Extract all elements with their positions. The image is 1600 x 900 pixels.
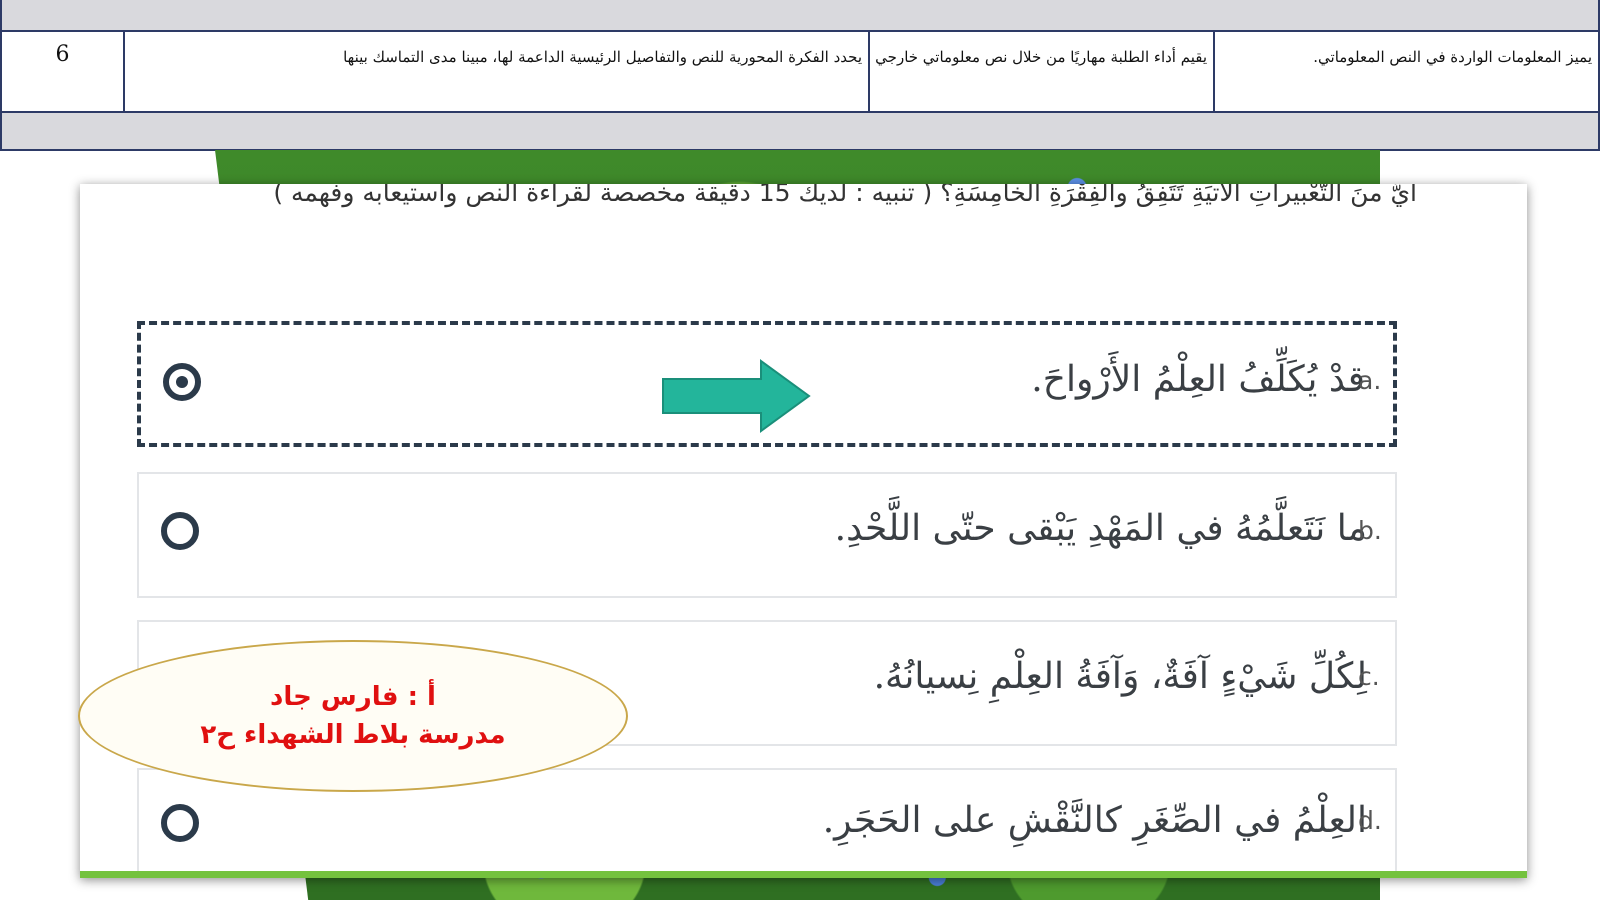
option-letter: c. <box>1358 662 1380 691</box>
radio-unselected[interactable] <box>161 804 199 842</box>
arrow-right-icon <box>662 359 811 433</box>
table-cell-number: 6 <box>55 42 70 67</box>
option-letter: b. <box>1358 516 1382 545</box>
table-footer-band <box>0 111 1600 151</box>
option-letter: d. <box>1358 806 1382 835</box>
table-header-band <box>0 0 1600 32</box>
table-cell: يميز المعلومات الواردة في النص المعلومات… <box>1213 32 1598 111</box>
table-cell: يقيم أداء الطلبة مهاريًا من خلال نص معلو… <box>868 32 1213 111</box>
criteria-table: يميز المعلومات الواردة في النص المعلومات… <box>0 0 1600 153</box>
credit-teacher-name: أ : فارس جاد <box>270 682 436 712</box>
option-letter: a. <box>1358 366 1382 395</box>
radio-dot <box>176 376 188 388</box>
option-text: ما نَتَعلَّمُهُ في المَهْدِ يَبْقى حتّى … <box>834 508 1367 549</box>
radio-unselected[interactable] <box>161 512 199 550</box>
option-text: قدْ يُكَلِّفُ العِلْمُ الأَرْواحَ. <box>1031 359 1365 400</box>
credit-school-name: مدرسة بلاط الشهداء ح٢ <box>200 720 506 750</box>
teacher-credit-ellipse: أ : فارس جاد مدرسة بلاط الشهداء ح٢ <box>78 640 628 792</box>
card-accent-bar <box>80 871 1527 878</box>
option-text: لِكُلِّ شَيْءٍ آفَةٌ، وَآفَةُ العِلْمِ ن… <box>873 656 1367 697</box>
radio-selected[interactable] <box>163 363 201 401</box>
answer-option-b[interactable]: ما نَتَعلَّمُهُ في المَهْدِ يَبْقى حتّى … <box>137 472 1397 598</box>
table-cell: يحدد الفكرة المحورية للنص والتفاصيل الرئ… <box>123 32 868 111</box>
answer-option-a[interactable]: قدْ يُكَلِّفُ العِلْمُ الأَرْواحَ. <box>137 321 1397 447</box>
option-text: العِلْمُ في الصِّغَرِ كالنَّقْشِ على الح… <box>822 800 1367 841</box>
question-text: ايٌّ منَ التَّعْبيراتِ الآتيَةِ تَتَفِقُ… <box>273 184 1417 207</box>
table-row: يميز المعلومات الواردة في النص المعلومات… <box>0 32 1600 111</box>
